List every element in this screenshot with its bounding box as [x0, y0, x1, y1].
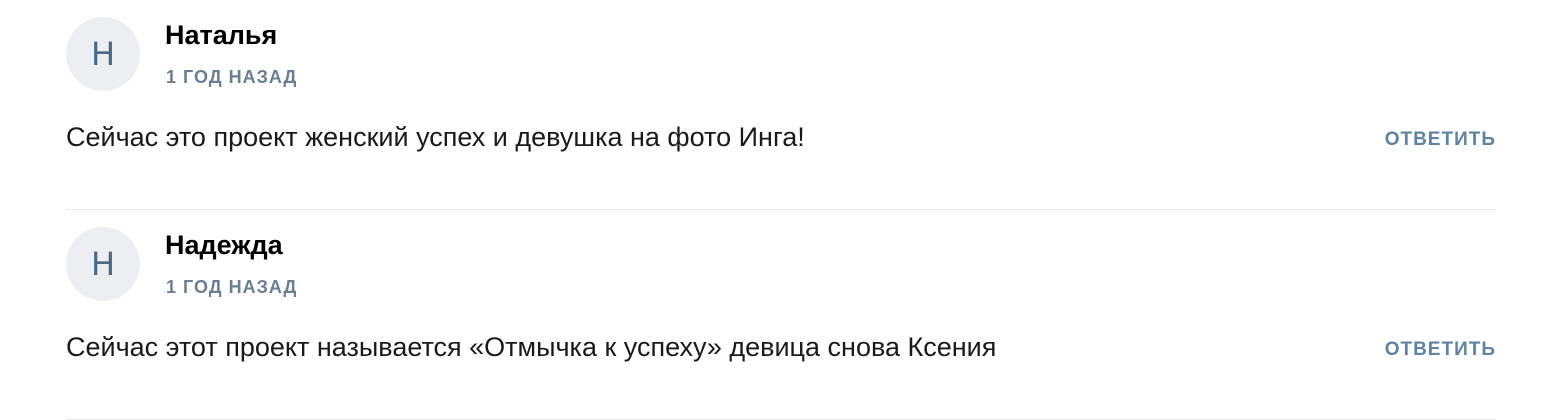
comment-item: Н Надежда 1 ГОД НАЗАД Сейчас этот проект… [66, 210, 1496, 420]
avatar[interactable]: Н [66, 17, 140, 91]
comment-author[interactable]: Наталья [165, 20, 277, 51]
comment-text: Сейчас это проект женский успех и девушк… [66, 122, 805, 152]
comment-timestamp: 1 ГОД НАЗАД [166, 277, 298, 297]
comments-list: Н Наталья 1 ГОД НАЗАД Сейчас это проект … [66, 0, 1496, 420]
comment-author[interactable]: Надежда [165, 230, 283, 261]
comment-item: Н Наталья 1 ГОД НАЗАД Сейчас это проект … [66, 0, 1496, 210]
reply-button[interactable]: ОТВЕТИТЬ [1385, 129, 1496, 151]
avatar[interactable]: Н [66, 227, 140, 301]
comment-text: Сейчас этот проект называется «Отмычка к… [66, 332, 997, 362]
comment-timestamp: 1 ГОД НАЗАД [166, 67, 298, 87]
reply-button[interactable]: ОТВЕТИТЬ [1385, 339, 1496, 361]
